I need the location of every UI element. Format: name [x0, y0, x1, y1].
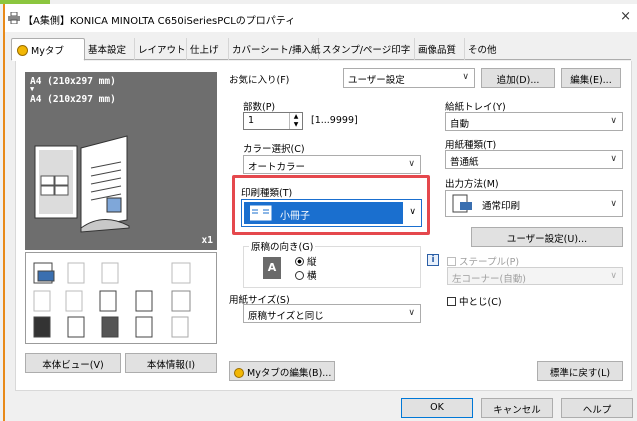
chevron-down-icon: ∨ — [610, 199, 617, 209]
color-select-label: カラー選択(C) — [243, 144, 305, 155]
tab-label: Myタブ — [31, 46, 64, 57]
chevron-down-icon: ∨ — [408, 159, 415, 169]
paper-type-label: 用紙種類(T) — [445, 140, 497, 151]
add-favorite-button[interactable]: 追加(D)... — [481, 68, 555, 88]
user-icon — [234, 368, 244, 378]
center-staple-label: 中とじ(C) — [459, 297, 502, 308]
tab-label: レイアウト — [138, 45, 186, 56]
window-title: 【A集側】KONICA MINOLTA C650iSeriesPCLのプロパティ — [23, 16, 296, 27]
checkbox-icon — [447, 297, 456, 306]
tab-my-tab[interactable]: Myタブ — [11, 38, 85, 61]
tab-label: スタンプ/ページ印字 — [322, 45, 411, 56]
chevron-down-icon: ∨ — [462, 72, 469, 82]
chevron-down-icon: ∨ — [409, 207, 416, 217]
copies-range: [1...9999] — [311, 115, 358, 126]
tab-label: 仕上げ — [190, 45, 219, 56]
copies-label: 部数(P) — [243, 102, 276, 113]
tab-cover-insert[interactable]: カバーシート/挿入紙 — [229, 38, 321, 60]
tab-strip: Myタブ 基本設定 レイアウト 仕上げ カバーシート/挿入紙 スタンプ/ページ印… — [11, 38, 631, 61]
chevron-down-icon: ∨ — [610, 271, 617, 281]
booklet-preview-icon — [34, 135, 130, 233]
chevron-down-icon: ∨ — [610, 116, 617, 126]
paper-tray-dropdown[interactable]: 自動 ∨ — [445, 112, 623, 131]
printer-icon — [8, 12, 20, 24]
help-button[interactable]: ヘルプ — [561, 398, 633, 418]
checkbox-icon — [447, 257, 456, 266]
tab-label: 基本設定 — [88, 45, 127, 56]
paper-size-value: 原稿サイズと同じ — [248, 311, 324, 322]
favorites-value: ユーザー設定 — [348, 75, 405, 86]
radio-selected-icon — [295, 257, 304, 266]
portrait-a-icon: A — [263, 257, 281, 279]
title-bar: 【A集側】KONICA MINOLTA C650iSeriesPCLのプロパティ… — [5, 4, 637, 32]
staple-position-value: 左コーナー(自動) — [452, 274, 526, 285]
ok-button[interactable]: OK — [401, 398, 473, 418]
color-select-dropdown[interactable]: オートカラー ∨ — [243, 155, 421, 174]
booklet-icon — [250, 205, 272, 221]
output-method-label: 出力方法(M) — [445, 179, 499, 190]
center-staple-checkbox[interactable]: 中とじ(C) — [447, 294, 502, 308]
function-icons — [33, 262, 191, 338]
arrow-down-icon: ▼ — [30, 85, 35, 93]
paper-tray-label: 給紙トレイ(Y) — [445, 102, 506, 113]
portrait-label: 縦 — [307, 257, 317, 268]
color-value: オートカラー — [248, 162, 306, 173]
printer-view-button[interactable]: 本体ビュー(V) — [25, 353, 121, 373]
page-preview: A4 (210x297 mm) ▼ A4 (210x297 mm) x1 — [25, 72, 217, 250]
info-icon[interactable]: i — [427, 254, 439, 266]
chevron-down-icon: ∨ — [408, 308, 415, 318]
printer-info-button[interactable]: 本体情報(I) — [125, 353, 217, 373]
chevron-down-icon: ∨ — [610, 154, 617, 164]
radio-empty-icon — [295, 271, 304, 280]
print-type-dropdown[interactable]: 小冊子 ∨ — [241, 199, 422, 227]
properties-dialog: 【A集側】KONICA MINOLTA C650iSeriesPCLのプロパティ… — [3, 4, 637, 421]
tab-label: 画像品質 — [418, 45, 457, 56]
tab-finishing[interactable]: 仕上げ — [187, 38, 229, 60]
landscape-radio[interactable]: 横 — [295, 268, 317, 282]
landscape-label: 横 — [307, 271, 317, 282]
paper-type-value: 普通紙 — [450, 157, 479, 168]
orientation-label: 原稿の向き(G) — [249, 239, 316, 253]
portrait-radio[interactable]: 縦 — [295, 254, 317, 268]
tab-layout[interactable]: レイアウト — [135, 38, 187, 60]
restore-defaults-button[interactable]: 標準に戻す(L) — [537, 361, 623, 381]
edit-my-tab-label: Myタブの編集(B)... — [247, 368, 332, 379]
copies-badge: x1 — [201, 235, 213, 246]
favorites-dropdown[interactable]: ユーザー設定 ∨ — [343, 68, 475, 88]
normal-print-icon — [452, 194, 472, 213]
output-size: A4 (210x297 mm) — [30, 94, 116, 105]
output-method-dropdown[interactable]: 通常印刷 ∨ — [445, 190, 623, 217]
paper-type-dropdown[interactable]: 普通紙 ∨ — [445, 150, 623, 169]
user-icon — [17, 45, 28, 56]
user-settings-button[interactable]: ユーザー設定(U)... — [471, 227, 623, 247]
tab-basic[interactable]: 基本設定 — [85, 38, 135, 60]
tab-label: その他 — [468, 45, 497, 56]
staple-position-dropdown[interactable]: 左コーナー(自動) ∨ — [447, 267, 623, 285]
tab-label: カバーシート/挿入紙 — [232, 45, 321, 56]
print-type-label: 印刷種類(T) — [241, 188, 293, 199]
paper-tray-value: 自動 — [450, 119, 470, 130]
close-icon[interactable]: × — [620, 9, 631, 24]
paper-size-dropdown[interactable]: 原稿サイズと同じ ∨ — [243, 304, 421, 323]
tab-image-quality[interactable]: 画像品質 — [415, 38, 465, 60]
favorites-label: お気に入り(F) — [229, 75, 290, 86]
cancel-button[interactable]: キャンセル — [481, 398, 553, 418]
staple-checkbox[interactable]: ステープル(P) — [447, 254, 519, 268]
copies-stepper[interactable]: ▲ ▼ — [289, 113, 302, 129]
original-size: A4 (210x297 mm) — [30, 76, 116, 87]
function-icon-grid — [25, 252, 217, 344]
tab-stamp[interactable]: スタンプ/ページ印字 — [319, 38, 415, 60]
tab-other[interactable]: その他 — [465, 38, 507, 60]
print-type-value: 小冊子 — [280, 211, 310, 222]
edit-my-tab-button[interactable]: Myタブの編集(B)... — [229, 361, 335, 381]
edit-favorite-button[interactable]: 編集(E)... — [561, 68, 621, 88]
output-method-value: 通常印刷 — [482, 201, 521, 212]
